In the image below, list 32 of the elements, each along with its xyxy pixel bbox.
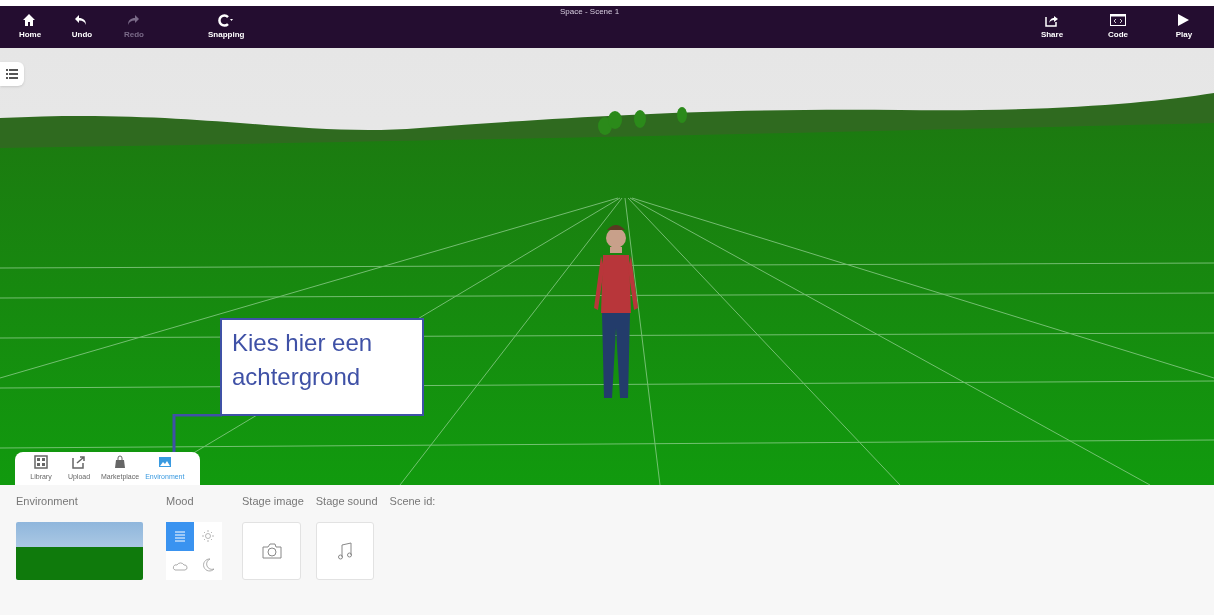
environment-thumbnail[interactable] (16, 521, 143, 580)
section-label: Environment (16, 494, 79, 509)
list-icon (6, 69, 18, 79)
share-icon (1044, 13, 1060, 27)
outline-toggle-button[interactable] (0, 62, 24, 86)
scene-title: Space - Scene 1 (560, 6, 620, 18)
callout-box: Kies hier een achtergrond (220, 318, 424, 416)
code-window-icon (1110, 13, 1126, 27)
home-button[interactable]: Home (12, 13, 48, 41)
upload-icon (72, 454, 86, 469)
home-icon (22, 13, 38, 27)
landscape-image-icon (157, 454, 172, 469)
grid-icon (34, 454, 48, 469)
code-button[interactable]: Code (1100, 13, 1136, 41)
section-label: Scene id: (389, 495, 436, 507)
stage-image-button[interactable] (242, 521, 301, 580)
section-label: Stage image (242, 494, 304, 509)
play-button[interactable]: Play (1166, 13, 1202, 41)
mood-option[interactable] (166, 521, 194, 551)
stage-sound-button[interactable] (315, 521, 374, 580)
shopping-bag-icon (113, 454, 128, 469)
redo-arrow-icon (126, 13, 142, 27)
section-label: Stage sound (315, 494, 378, 509)
share-button[interactable]: Share (1034, 13, 1070, 41)
moon-icon (200, 557, 216, 573)
camera-icon (261, 542, 282, 559)
music-note-icon (337, 541, 352, 560)
section-label: Mood (166, 494, 195, 509)
sun-icon (200, 528, 216, 544)
snapping-button[interactable]: Snapping (208, 13, 245, 41)
undo-button[interactable]: Undo (64, 13, 100, 41)
lines-icon (172, 528, 188, 544)
